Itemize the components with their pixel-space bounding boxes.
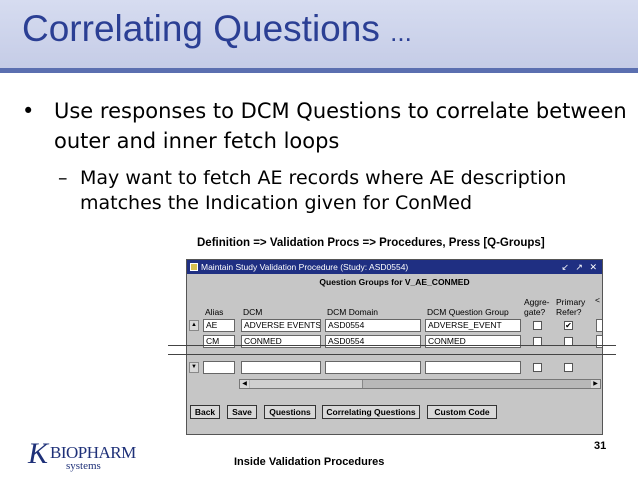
bullet-dash-icon: –	[58, 167, 68, 189]
row4-question-group-field[interactable]	[425, 361, 521, 374]
scroll-right-arrow-icon[interactable]: ▶	[591, 380, 600, 388]
scrollbar-thumb[interactable]	[250, 380, 363, 388]
window-title-bar: Maintain Study Validation Procedure (Stu…	[187, 260, 602, 274]
questions-button[interactable]: Questions	[264, 405, 316, 419]
column-header-dcm: DCM	[243, 307, 263, 317]
slide-title: Correlating Questions ...	[22, 8, 412, 50]
column-header-alias: Alias	[205, 307, 224, 317]
row1-dcm-field[interactable]: ADVERSE EVENTS	[241, 319, 321, 332]
window-app-icon	[190, 263, 198, 271]
highlight-line-bottom	[168, 354, 616, 355]
slide-title-ellipsis: ...	[390, 17, 412, 47]
custom-code-button[interactable]: Custom Code	[427, 405, 497, 419]
horizontal-scrollbar[interactable]: ◀ ▶	[239, 379, 601, 389]
bullet-dot-icon: •	[22, 99, 35, 123]
row4-dcm-field[interactable]	[241, 361, 321, 374]
window-title: Maintain Study Validation Procedure (Stu…	[201, 262, 409, 272]
save-button[interactable]: Save	[227, 405, 257, 419]
question-groups-heading: Question Groups for V_AE_CONMED	[319, 277, 470, 287]
highlight-line-top	[168, 345, 616, 346]
row1-primary-checkbox[interactable]: ✔	[564, 321, 573, 330]
row2-alias-field[interactable]: CM	[203, 335, 235, 348]
row1-alias-field[interactable]: AE	[203, 319, 235, 332]
window-controls-icon[interactable]: ↙ ↗ ✕	[561, 260, 599, 274]
column-header-aggregate: Aggre- gate?	[524, 297, 550, 317]
scroll-up-arrow-icon[interactable]: ▲	[189, 320, 199, 331]
row4-aggregate-checkbox[interactable]	[533, 363, 542, 372]
row4-primary-checkbox[interactable]	[564, 363, 573, 372]
scroll-left-arrow-icon[interactable]: ◀	[240, 380, 249, 388]
logo-mark-icon: K	[28, 437, 49, 470]
row4-domain-field[interactable]	[325, 361, 421, 374]
row2-domain-field[interactable]: ASD0554	[325, 335, 421, 348]
column-header-dcm-question-group: DCM Question Group	[427, 307, 509, 317]
column-header-overflow: <	[595, 295, 600, 305]
back-button[interactable]: Back	[190, 405, 220, 419]
bullet-primary-text: Use responses to DCM Questions to correl…	[54, 99, 627, 153]
row1-aggregate-checkbox[interactable]	[533, 321, 542, 330]
row1-domain-field[interactable]: ASD0554	[325, 319, 421, 332]
biopharm-logo: K BIOPHARM systems	[28, 439, 138, 475]
row2-overflow-field[interactable]	[596, 335, 602, 348]
navigation-caption: Definition => Validation Procs => Proced…	[197, 237, 545, 249]
scroll-down-arrow-icon[interactable]: ▼	[189, 362, 199, 373]
column-header-dcm-domain: DCM Domain	[327, 307, 379, 317]
slide-title-text: Correlating Questions	[22, 8, 380, 49]
correlating-questions-button[interactable]: Correlating Questions	[322, 405, 420, 419]
row1-overflow-field[interactable]	[596, 319, 602, 332]
row1-question-group-field[interactable]: ADVERSE_EVENT	[425, 319, 521, 332]
page-number: 31	[594, 440, 607, 452]
bullet-secondary-text: May want to fetch AE records where AE de…	[80, 167, 567, 214]
slide-footer: Inside Validation Procedures	[234, 456, 385, 468]
row4-alias-field[interactable]	[203, 361, 235, 374]
column-header-primary-refer: Primary Refer?	[556, 297, 586, 317]
logo-subtitle: systems	[66, 460, 101, 472]
row2-question-group-field[interactable]: CONMED	[425, 335, 521, 348]
row2-dcm-field[interactable]: CONMED	[241, 335, 321, 348]
validation-procedure-window: Maintain Study Validation Procedure (Stu…	[186, 259, 603, 435]
